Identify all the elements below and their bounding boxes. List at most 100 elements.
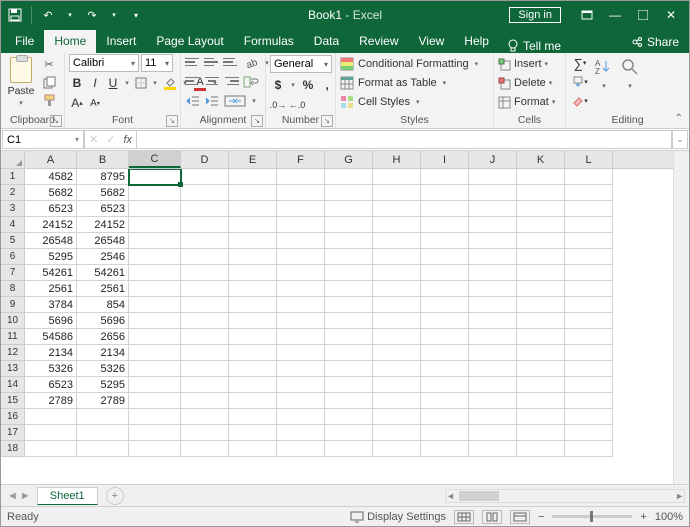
column-header[interactable]: F <box>277 151 325 168</box>
cell[interactable] <box>25 425 77 441</box>
align-center-icon[interactable] <box>204 74 220 88</box>
cell[interactable] <box>421 249 469 265</box>
share-button[interactable]: Share <box>631 35 679 49</box>
column-header[interactable]: E <box>229 151 277 168</box>
cell[interactable] <box>129 169 181 185</box>
cell[interactable] <box>181 361 229 377</box>
row-header[interactable]: 13 <box>1 361 25 377</box>
italic-button[interactable]: I <box>87 75 103 91</box>
cell[interactable] <box>181 345 229 361</box>
column-header[interactable]: L <box>565 151 613 168</box>
cell[interactable] <box>277 265 325 281</box>
cell[interactable] <box>129 281 181 297</box>
column-header[interactable]: G <box>325 151 373 168</box>
cell[interactable] <box>469 281 517 297</box>
cell[interactable] <box>421 425 469 441</box>
undo-caret-icon[interactable]: ▾ <box>62 7 78 23</box>
ribbon-display-icon[interactable] <box>573 1 601 29</box>
cell[interactable] <box>421 441 469 457</box>
sign-in-button[interactable]: Sign in <box>509 7 561 23</box>
border-caret[interactable]: ▾ <box>151 75 159 91</box>
cell[interactable] <box>129 361 181 377</box>
border-button[interactable] <box>133 75 149 91</box>
cell[interactable] <box>565 361 613 377</box>
cell[interactable]: 2134 <box>25 345 77 361</box>
cell[interactable] <box>565 185 613 201</box>
fill-icon[interactable]: ▾ <box>570 74 590 90</box>
row-header[interactable]: 17 <box>1 425 25 441</box>
cell[interactable]: 8795 <box>77 169 129 185</box>
cell[interactable] <box>229 249 277 265</box>
cell[interactable] <box>517 233 565 249</box>
cell[interactable] <box>517 297 565 313</box>
normal-view-icon[interactable] <box>454 510 474 524</box>
cell[interactable] <box>469 201 517 217</box>
tab-help[interactable]: Help <box>454 30 499 53</box>
cell[interactable] <box>517 441 565 457</box>
find-select-icon[interactable] <box>618 55 642 79</box>
cell[interactable] <box>373 393 421 409</box>
cell[interactable] <box>129 217 181 233</box>
maximize-icon[interactable] <box>629 1 657 29</box>
cell[interactable] <box>373 409 421 425</box>
cell[interactable] <box>229 377 277 393</box>
cell[interactable] <box>421 361 469 377</box>
cell[interactable] <box>229 425 277 441</box>
merge-caret[interactable]: ▾ <box>250 93 258 109</box>
zoom-slider[interactable] <box>552 515 632 518</box>
cell[interactable] <box>229 297 277 313</box>
vertical-scrollbar[interactable] <box>673 151 689 484</box>
cell[interactable] <box>565 265 613 281</box>
cell[interactable] <box>25 409 77 425</box>
cell[interactable] <box>421 217 469 233</box>
cell[interactable]: 2656 <box>77 329 129 345</box>
cell[interactable] <box>277 201 325 217</box>
cell[interactable] <box>469 217 517 233</box>
column-header[interactable]: K <box>517 151 565 168</box>
sheet-nav-prev-icon[interactable]: ◄ <box>7 490 18 502</box>
font-size-combo[interactable]: 11▾ <box>141 54 173 72</box>
align-top-icon[interactable] <box>185 55 201 69</box>
clear-icon[interactable]: ▾ <box>570 93 590 109</box>
column-header[interactable]: I <box>421 151 469 168</box>
cell[interactable] <box>373 185 421 201</box>
cell[interactable] <box>421 345 469 361</box>
cell[interactable] <box>277 425 325 441</box>
underline-caret[interactable]: ▾ <box>123 75 131 91</box>
cell[interactable] <box>229 265 277 281</box>
cell[interactable] <box>277 185 325 201</box>
tell-me-search[interactable]: Tell me <box>507 39 561 53</box>
row-header[interactable]: 15 <box>1 393 25 409</box>
cell[interactable] <box>517 393 565 409</box>
row-header[interactable]: 6 <box>1 249 25 265</box>
cell[interactable] <box>277 409 325 425</box>
cell[interactable] <box>129 377 181 393</box>
cell[interactable] <box>325 185 373 201</box>
cell[interactable] <box>421 265 469 281</box>
name-box[interactable]: C1▾ <box>2 130 84 149</box>
align-left-icon[interactable] <box>185 74 201 88</box>
cell[interactable] <box>565 281 613 297</box>
cell[interactable]: 24152 <box>25 217 77 233</box>
page-layout-view-icon[interactable] <box>482 510 502 524</box>
cell[interactable] <box>517 169 565 185</box>
cell[interactable] <box>469 345 517 361</box>
cell[interactable] <box>373 377 421 393</box>
cell[interactable] <box>325 297 373 313</box>
align-right-icon[interactable] <box>223 74 239 88</box>
cell[interactable]: 5326 <box>25 361 77 377</box>
cell[interactable] <box>469 297 517 313</box>
cell[interactable]: 3784 <box>25 297 77 313</box>
cell[interactable]: 5295 <box>25 249 77 265</box>
cell[interactable] <box>565 345 613 361</box>
column-header[interactable]: A <box>25 151 77 168</box>
cell[interactable] <box>373 265 421 281</box>
cell[interactable] <box>229 233 277 249</box>
zoom-in-button[interactable]: + <box>640 511 646 523</box>
cell[interactable] <box>277 169 325 185</box>
cell[interactable] <box>373 345 421 361</box>
cell[interactable] <box>277 329 325 345</box>
cell[interactable] <box>129 441 181 457</box>
accounting-format-icon[interactable]: $ <box>270 77 286 93</box>
column-header[interactable]: H <box>373 151 421 168</box>
